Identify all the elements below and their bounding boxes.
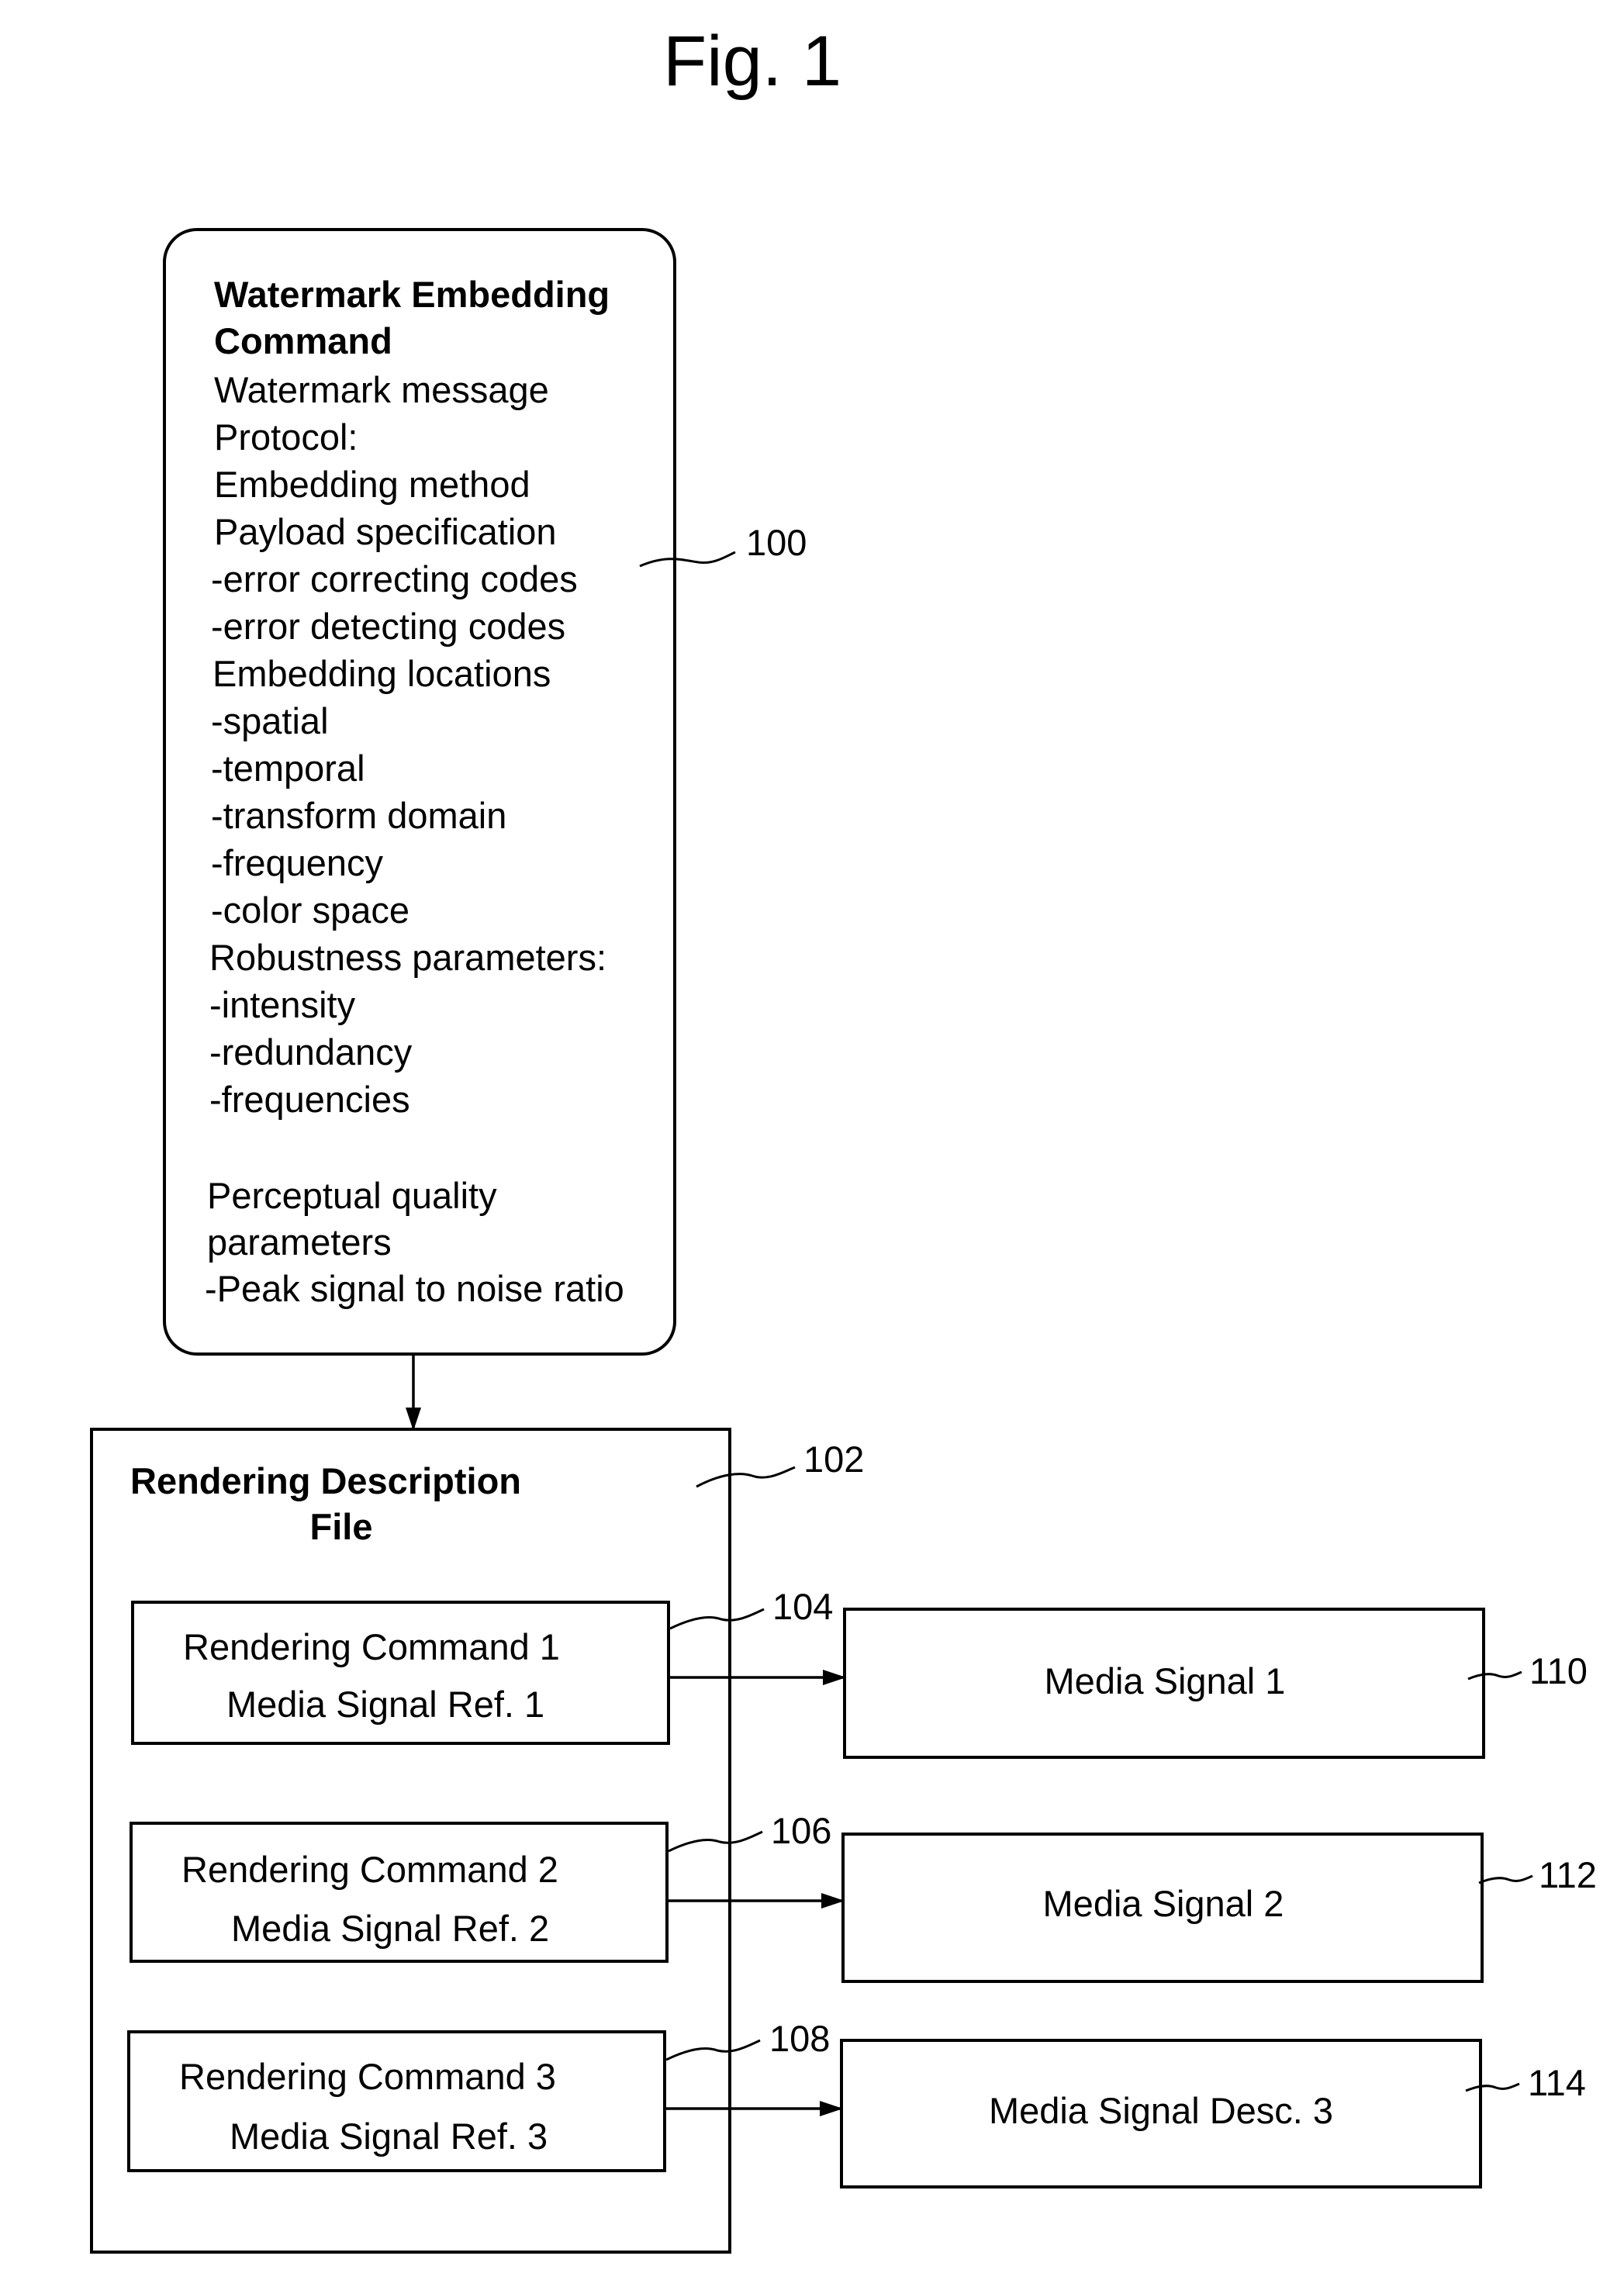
rendering-command-1-box: Rendering Command 1 Media Signal Ref. 1 [131,1601,670,1745]
patent-figure: Fig. 1 Watermark Embedding Command Water… [90,22,1597,2254]
leader-line-102 [696,1466,796,1488]
watermark-embedding-command-box: Watermark Embedding Command Watermark me… [163,228,676,1356]
ref-label-114: 114 [1528,2062,1586,2103]
ref-label-102: 102 [803,1439,864,1480]
media-signal-desc-3-label: Media Signal Desc. 3 [989,2090,1333,2131]
rendering-file-heading-line-2: File [310,1506,373,1547]
watermark-parameter-line: -error detecting codes [211,606,565,647]
watermark-parameter-line: -redundancy [209,1031,413,1073]
media-signal-2-box: Media Signal 2 [841,1833,1484,1983]
ref-label-108: 108 [769,2018,830,2059]
leader-line-110 [1467,1670,1522,1681]
watermark-parameter-line: -intensity [209,984,356,1025]
ref-label-112: 112 [1539,1854,1597,1895]
watermark-heading-line-2: Command [214,320,392,361]
perceptual-quality-line: -Peak signal to noise ratio [205,1268,624,1309]
leader-line-106 [668,1830,763,1853]
leader-line-108 [665,2039,761,2061]
media-signal-ref-3-label: Media Signal Ref. 3 [230,2116,548,2157]
ref-label-104: 104 [772,1586,833,1627]
watermark-parameter-line: -frequency [211,842,384,883]
leader-line-100 [639,551,736,568]
rendering-command-2-box: Rendering Command 2 Media Signal Ref. 2 [130,1822,669,1963]
watermark-parameter-list: Watermark message Protocol: Embedding meth… [209,369,606,1120]
perceptual-quality-line: parameters [207,1221,392,1263]
ref-label-110: 110 [1529,1650,1588,1691]
watermark-parameter-line: Embedding locations [213,653,551,694]
leader-line-114 [1465,2082,1520,2092]
watermark-parameter-line: -spatial [211,700,329,741]
watermark-parameter-line: Watermark message [214,369,549,410]
perceptual-quality-line: Perceptual quality [207,1175,497,1216]
rendering-command-3-box: Rendering Command 3 Media Signal Ref. 3 [127,2030,666,2172]
watermark-parameter-line: Protocol: [214,416,358,458]
rendering-command-2-label: Rendering Command 2 [181,1849,558,1890]
rendering-command-1-label: Rendering Command 1 [183,1626,560,1667]
perceptual-quality-list: Perceptual quality parameters -Peak signal… [205,1175,624,1309]
watermark-parameter-line: -transform domain [211,795,506,836]
rendering-file-heading-line-1: Rendering Description [130,1460,521,1501]
watermark-parameter-line: Embedding method [214,464,530,505]
watermark-parameter-line: -color space [211,890,409,931]
watermark-heading-line-1: Watermark Embedding [214,274,610,315]
watermark-parameter-line: -temporal [211,748,365,789]
media-signal-2-label: Media Signal 2 [1043,1883,1284,1924]
figure-title: Fig. 1 [663,22,841,101]
ref-label-100: 100 [746,522,807,563]
watermark-parameter-line: -error correcting codes [211,558,578,599]
rendering-command-3-label: Rendering Command 3 [179,2056,556,2097]
media-signal-1-box: Media Signal 1 [843,1608,1485,1759]
leader-line-104 [669,1608,765,1630]
leader-line-112 [1478,1874,1533,1884]
media-signal-3-box: Media Signal Desc. 3 [840,2039,1482,2188]
watermark-parameter-line: Robustness parameters: [209,937,606,978]
media-signal-ref-1-label: Media Signal Ref. 1 [226,1684,544,1725]
ref-label-106: 106 [771,1810,831,1851]
media-signal-1-label: Media Signal 1 [1045,1660,1286,1701]
watermark-parameter-line: Payload specification [214,511,557,552]
media-signal-ref-2-label: Media Signal Ref. 2 [231,1908,549,1949]
watermark-parameter-line: -frequencies [209,1079,410,1120]
